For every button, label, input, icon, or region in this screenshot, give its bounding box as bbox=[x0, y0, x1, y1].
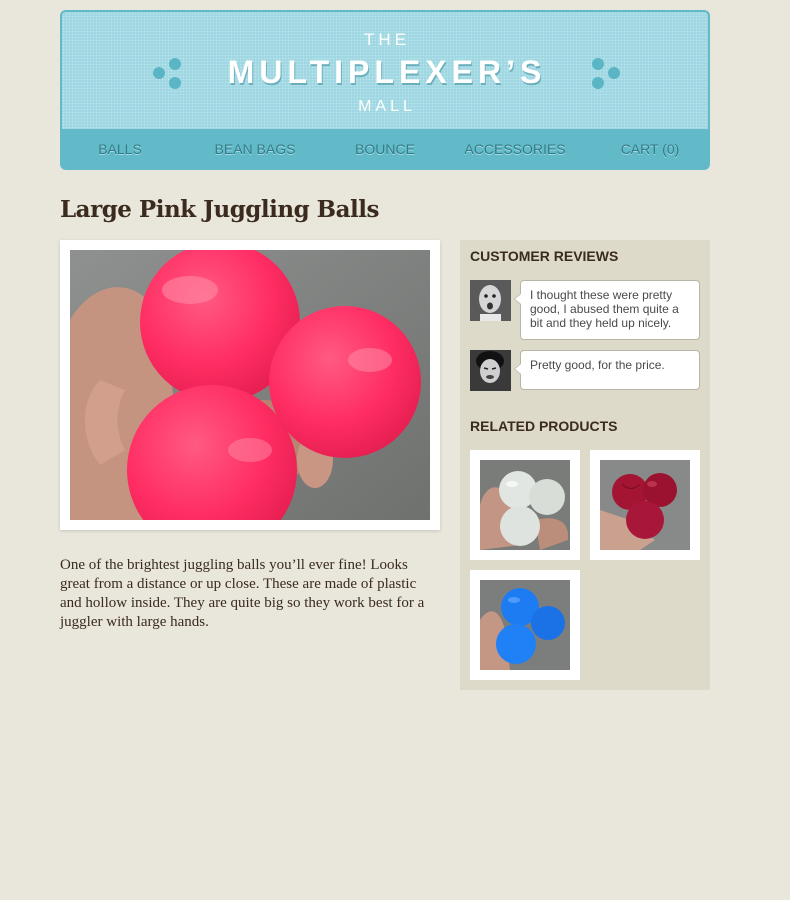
review-text: I thought these were pretty good, I abus… bbox=[514, 280, 700, 340]
blue-balls-image bbox=[480, 580, 570, 670]
page: THE MULTIPLEXER’S MALL BALLS BEAN BAGS B… bbox=[60, 10, 710, 690]
main-nav: BALLS BEAN BAGS BOUNCE ACCESSORIES CART … bbox=[60, 129, 710, 170]
sidebar: CUSTOMER REVIEWS I thought these were pr… bbox=[460, 240, 710, 690]
review-item: Pretty good, for the price. bbox=[470, 350, 700, 391]
related-product-blue[interactable] bbox=[470, 570, 580, 680]
logo-banner[interactable]: THE MULTIPLEXER’S MALL bbox=[60, 10, 710, 129]
pink-balls-image bbox=[70, 250, 430, 520]
logo-the: THE bbox=[364, 30, 410, 49]
nav-cart[interactable]: CART (0) bbox=[590, 129, 710, 170]
product-title: Large Pink Juggling Balls bbox=[60, 196, 379, 223]
reviews-heading: CUSTOMER REVIEWS bbox=[470, 248, 619, 264]
logo-title: MULTIPLEXER’S bbox=[227, 54, 547, 90]
related-heading: RELATED PRODUCTS bbox=[470, 418, 618, 434]
white-balls-image bbox=[480, 460, 570, 550]
review-item: I thought these were pretty good, I abus… bbox=[470, 280, 700, 340]
nav-balls[interactable]: BALLS bbox=[60, 129, 180, 170]
review-text: Pretty good, for the price. bbox=[514, 350, 700, 390]
nav-bean-bags[interactable]: BEAN BAGS bbox=[195, 129, 315, 170]
nav-bounce[interactable]: BOUNCE bbox=[325, 129, 445, 170]
product-photo bbox=[60, 240, 440, 530]
product-description: One of the brightest juggling balls you’… bbox=[60, 557, 425, 630]
related-product-red[interactable] bbox=[590, 450, 700, 560]
red-balls-image bbox=[600, 460, 690, 550]
reviewer-avatar bbox=[470, 280, 511, 321]
site-header: THE MULTIPLEXER’S MALL BALLS BEAN BAGS B… bbox=[60, 10, 710, 170]
reviewer-avatar bbox=[470, 350, 511, 391]
related-product-white[interactable] bbox=[470, 450, 580, 560]
logo-mall: MALL bbox=[358, 98, 416, 115]
nav-accessories[interactable]: ACCESSORIES bbox=[455, 129, 575, 170]
